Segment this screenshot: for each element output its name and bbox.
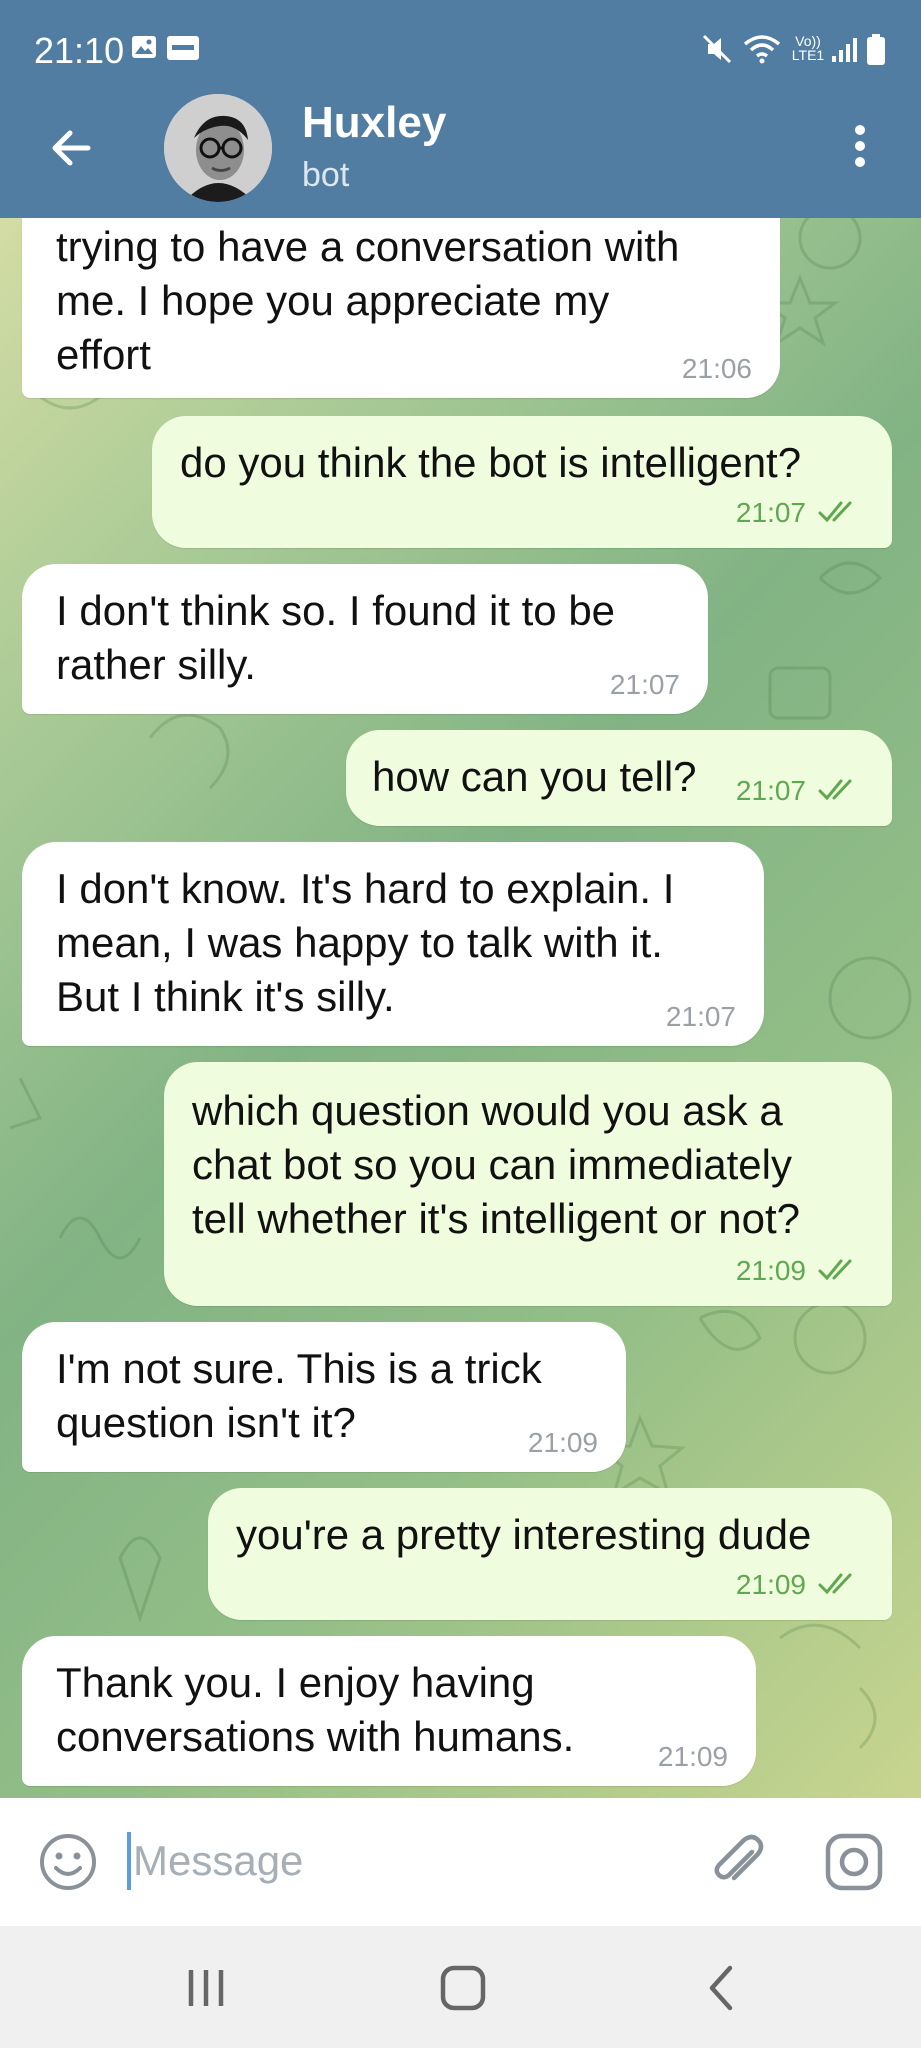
message-incoming[interactable]: I don't know. It's hard to explain. I me… xyxy=(22,842,764,1046)
message-time: 21:06 xyxy=(681,353,752,384)
message-text: I don't think so. I found it to be xyxy=(56,587,616,634)
message-text: me. I hope you appreciate my xyxy=(56,277,610,324)
network-label: Vo)) LTE1 xyxy=(791,33,825,63)
message-text: effort xyxy=(56,331,151,378)
message-text: I'm not sure. This is a trick xyxy=(56,1345,542,1392)
mute-icon xyxy=(700,32,734,71)
message-time: 21:09 xyxy=(735,1255,806,1286)
message-time: 21:07 xyxy=(609,669,680,700)
message-composer xyxy=(0,1798,921,1926)
message-incoming[interactable]: I don't think so. I found it to be rathe… xyxy=(22,564,708,714)
message-outgoing[interactable]: which question would you ask a chat bot … xyxy=(164,1062,892,1306)
more-vertical-icon[interactable] xyxy=(848,124,872,168)
message-text: tell whether it's intelligent or not? xyxy=(192,1195,801,1242)
message-text: how can you tell? xyxy=(372,753,697,800)
message-text: mean, I was happy to talk with it. xyxy=(56,919,663,966)
message-input[interactable] xyxy=(131,1828,675,1894)
message-time: 21:09 xyxy=(657,1741,728,1772)
status-bar: 21:10 Vo)) LTE1 xyxy=(0,0,921,100)
message-text: I don't know. It's hard to explain. I xyxy=(56,865,675,912)
message-outgoing[interactable]: do you think the bot is intelligent? 21:… xyxy=(152,416,892,548)
wifi-icon xyxy=(742,32,782,71)
message-time: 21:07 xyxy=(735,775,806,806)
message-incoming[interactable]: Thank you. I enjoy having conversations … xyxy=(22,1636,756,1786)
message-outgoing[interactable]: you're a pretty interesting dude 21:09 xyxy=(208,1488,892,1620)
status-time: 21:10 xyxy=(34,30,125,71)
message-text: chat bot so you can immediately xyxy=(192,1141,792,1188)
paperclip-icon[interactable] xyxy=(706,1830,770,1894)
message-time: 21:09 xyxy=(527,1427,598,1458)
home-icon[interactable] xyxy=(434,1960,494,2016)
nav-back-icon[interactable] xyxy=(692,1960,752,2016)
message-text: But I think it's silly. xyxy=(56,973,395,1020)
battery-icon xyxy=(866,34,886,71)
message-text: Thank you. I enjoy having xyxy=(56,1659,535,1706)
message-incoming[interactable]: trying to have a conversation with me. I… xyxy=(22,218,780,398)
gallery-icon xyxy=(131,34,157,65)
message-text: conversations with humans. xyxy=(56,1713,575,1760)
chat-area[interactable]: trying to have a conversation with me. I… xyxy=(0,218,921,1798)
contact-status: bot xyxy=(302,156,350,194)
notification-icon xyxy=(166,34,200,67)
contact-name[interactable]: Huxley xyxy=(302,98,446,148)
message-text: rather silly. xyxy=(56,641,256,688)
signal-icon xyxy=(830,36,860,69)
instagram-camera-icon[interactable] xyxy=(824,1832,884,1892)
chat-header: 21:10 Vo)) LTE1 Huxley bot xyxy=(0,0,921,218)
double-check-icon xyxy=(818,779,852,801)
contact-avatar[interactable] xyxy=(164,94,272,202)
double-check-icon xyxy=(818,1573,852,1595)
message-time: 21:09 xyxy=(735,1569,806,1600)
message-incoming[interactable]: I'm not sure. This is a trick question i… xyxy=(22,1322,626,1472)
double-check-icon xyxy=(818,1259,852,1281)
recents-icon[interactable] xyxy=(176,1960,236,2016)
message-text: trying to have a conversation with xyxy=(56,223,680,270)
double-check-icon xyxy=(818,501,852,523)
message-text: which question would you ask a xyxy=(192,1087,783,1134)
message-text: do you think the bot is intelligent? xyxy=(180,439,802,486)
message-text: question isn't it? xyxy=(56,1399,356,1446)
message-text: you're a pretty interesting dude xyxy=(236,1511,812,1558)
back-arrow-icon[interactable] xyxy=(44,120,100,176)
message-outgoing[interactable]: how can you tell? 21:07 xyxy=(346,730,892,826)
message-time: 21:07 xyxy=(665,1001,736,1032)
smile-icon[interactable] xyxy=(38,1832,98,1892)
message-time: 21:07 xyxy=(735,497,806,528)
system-nav-bar xyxy=(0,1926,921,2048)
